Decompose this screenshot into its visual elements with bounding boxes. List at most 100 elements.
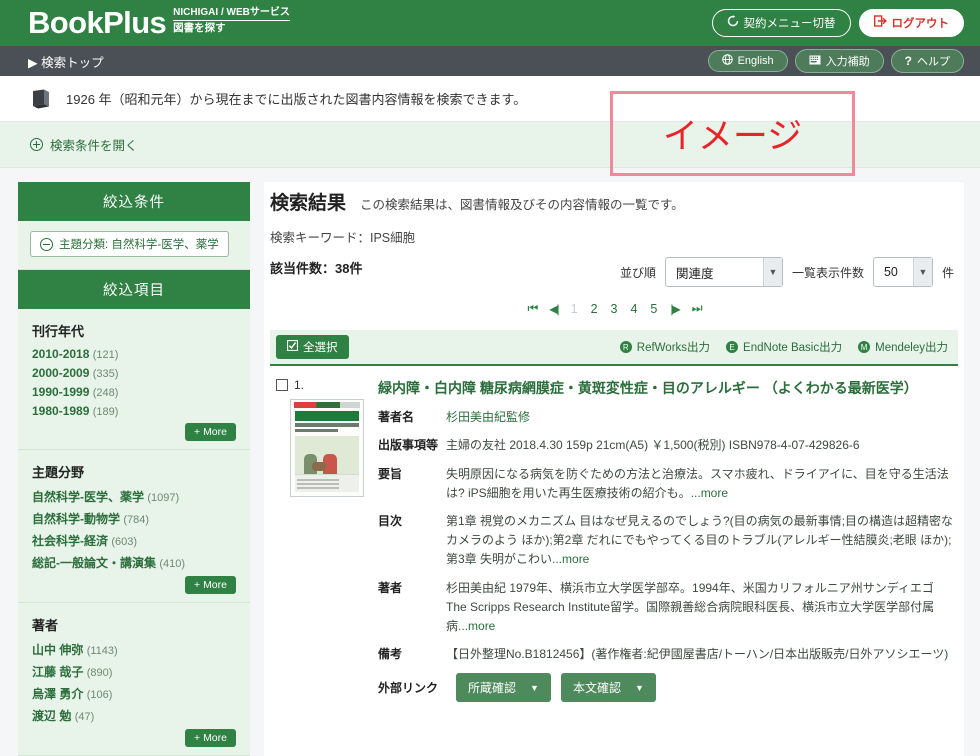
facet-option[interactable]: 社会科学-経済 (603) bbox=[32, 532, 236, 549]
field-value[interactable]: 杉田美由紀監修 bbox=[446, 408, 954, 427]
export-refworks-button[interactable]: R RefWorks出力 bbox=[619, 339, 711, 355]
facet-more-row: + More bbox=[32, 729, 236, 747]
facet-option[interactable]: 2000-2009 (335) bbox=[32, 366, 236, 380]
field-value: 主婦の友社 2018.4.30 159p 21cm(A5) ￥1,500(税別)… bbox=[446, 438, 860, 453]
pagination-page-5[interactable]: 5 bbox=[650, 302, 657, 316]
mendeley-icon: M bbox=[858, 341, 871, 353]
facet-subject-fields: 主題分野 自然科学-医学、薬学 (1097) 自然科学-動物学 (784) 社会… bbox=[18, 450, 250, 603]
field-label: 備考 bbox=[378, 647, 403, 662]
select-all-label: 全選択 bbox=[303, 342, 338, 354]
field-more-link[interactable]: ...more bbox=[552, 552, 589, 566]
cover-footer-line bbox=[297, 483, 339, 485]
per-page-label: 一覧表示件数 bbox=[791, 265, 864, 280]
sort-value: 関連度 bbox=[675, 266, 714, 281]
select-all-button[interactable]: 全選択 bbox=[276, 335, 349, 359]
holdings-check-button[interactable]: 所蔵確認 ▼ bbox=[456, 673, 551, 703]
pagination-next-button[interactable]: |▶ bbox=[670, 302, 680, 316]
pagination-first-button[interactable]: ⏮ bbox=[527, 301, 538, 316]
pagination-page-3[interactable]: 3 bbox=[611, 302, 618, 316]
cover-band bbox=[294, 402, 360, 408]
results-panel: 検索結果 この検索結果は、図書情報及びその内容情報の一覧です。 検索キーワード：… bbox=[264, 182, 964, 756]
fulltext-check-button[interactable]: 本文確認 ▼ bbox=[560, 673, 656, 703]
refworks-icon: R bbox=[619, 341, 632, 353]
field-more-link[interactable]: ...more bbox=[691, 486, 728, 500]
facet-option[interactable]: 1990-1999 (248) bbox=[32, 385, 236, 399]
facet-option-count: (890) bbox=[86, 667, 113, 679]
record-field-publication: 出版事項等 主婦の友社 2018.4.30 159p 21cm(A5) ￥1,5… bbox=[378, 436, 954, 455]
facet-option[interactable]: 自然科学-医学、薬学 (1097) bbox=[32, 488, 236, 505]
facet-option[interactable]: 自然科学-動物学 (784) bbox=[32, 510, 236, 527]
per-page-select[interactable]: 50 ▼ bbox=[872, 257, 933, 287]
cover-footer-line bbox=[297, 479, 339, 481]
export-refworks-label: RefWorks出力 bbox=[636, 342, 711, 354]
check-square-icon bbox=[287, 339, 299, 355]
english-button[interactable]: English bbox=[707, 50, 788, 72]
export-mendeley-label: Mendeley出力 bbox=[875, 342, 948, 354]
facet-option-count: (1097) bbox=[147, 492, 180, 504]
contract-menu-switch-button[interactable]: 契約メニュー切替 bbox=[711, 9, 851, 37]
chevron-down-icon: ▼ bbox=[762, 258, 782, 286]
facet-option[interactable]: 総記-一般論文・講演集 (410) bbox=[32, 554, 236, 571]
facet-option-count: (248) bbox=[92, 387, 119, 399]
facet-option-count: (335) bbox=[92, 368, 119, 380]
header-actions: 契約メニュー切替 ログアウト bbox=[711, 9, 964, 37]
chevron-down-icon: ▼ bbox=[530, 682, 539, 693]
open-search-conditions-button[interactable]: 検索条件を開く bbox=[30, 135, 138, 154]
facet-option[interactable]: 山中 伸弥 (1143) bbox=[32, 641, 236, 658]
facet-authors: 著者 山中 伸弥 (1143) 江藤 哉子 (890) 烏澤 勇介 (106) … bbox=[18, 603, 250, 756]
facet-option[interactable]: 烏澤 勇介 (106) bbox=[32, 685, 236, 702]
nav-actions: English 入力補助 ? ヘルプ bbox=[707, 49, 964, 73]
facet-option-count: (1143) bbox=[86, 645, 118, 657]
pagination-prev-button[interactable]: ◀| bbox=[549, 302, 559, 316]
record-field-author-bio: 著者 杉田美由紀 1979年、横浜市立大学医学部卒。1994年、米国カリフォルニ… bbox=[378, 579, 954, 637]
logo-subtitle: NICHIGAI / WEBサービス 図書を探す bbox=[173, 7, 290, 39]
field-value: 杉田美由紀 1979年、横浜市立大学医学部卒。1994年、米国カリフォルニア州サ… bbox=[446, 579, 954, 637]
breadcrumb-search-top[interactable]: ▶ 検索トップ bbox=[28, 52, 104, 71]
pagination-page-2[interactable]: 2 bbox=[591, 302, 598, 316]
english-label: English bbox=[737, 55, 774, 67]
record-external-links: 外部リンク 所蔵確認 ▼ 本文確認 ▼ bbox=[378, 673, 954, 703]
facet-option[interactable]: 1980-1989 (189) bbox=[32, 404, 236, 418]
facet-option-label: 社会科学-経済 bbox=[32, 534, 108, 548]
open-search-conditions-label: 検索条件を開く bbox=[50, 139, 138, 153]
record-title-link[interactable]: 緑内障・白内障 糖尿病網膜症・黄斑変性症・目のアレルギー （よくわかる最新医学） bbox=[378, 378, 954, 398]
book-cover-thumbnail[interactable] bbox=[290, 399, 364, 497]
pagination-page-1: 1 bbox=[570, 301, 578, 316]
facet-option[interactable]: 江藤 哉子 (890) bbox=[32, 663, 236, 680]
facet-more-button[interactable]: + More bbox=[185, 576, 236, 594]
keyboard-icon bbox=[809, 55, 821, 68]
endnote-icon: E bbox=[726, 341, 739, 353]
input-assist-button[interactable]: 入力補助 bbox=[794, 49, 884, 73]
facet-option-label: 自然科学-医学、薬学 bbox=[32, 490, 144, 504]
facet-option-label: 1990-1999 bbox=[32, 385, 90, 399]
refine-conditions-header: 絞込条件 bbox=[18, 182, 250, 221]
cover-footer-line bbox=[297, 487, 339, 489]
facet-option[interactable]: 渡辺 勉 (47) bbox=[32, 707, 236, 724]
pagination-last-button[interactable]: ⏭ bbox=[692, 301, 703, 316]
info-banner-text: 1926 年（昭和元年）から現在までに出版された図書内容情報を検索できます。 bbox=[66, 92, 527, 107]
facet-option-count: (410) bbox=[159, 558, 186, 570]
facet-option[interactable]: 2010-2018 (121) bbox=[32, 347, 236, 361]
logo-title: BookPlus bbox=[28, 5, 167, 40]
pagination-page-4[interactable]: 4 bbox=[630, 302, 637, 316]
record-field-author-name: 著者名 杉田美由紀監修 bbox=[378, 408, 954, 427]
export-links: R RefWorks出力 E EndNote Basic出力 M Mendele… bbox=[619, 339, 948, 355]
record-checkbox[interactable] bbox=[276, 379, 288, 391]
facet-publication-years: 刊行年代 2010-2018 (121) 2000-2009 (335) 199… bbox=[18, 309, 250, 450]
chevron-down-icon: ▼ bbox=[912, 258, 932, 286]
field-more-link[interactable]: ...more bbox=[458, 619, 495, 633]
export-mendeley-button[interactable]: M Mendeley出力 bbox=[858, 339, 948, 355]
refresh-icon bbox=[727, 15, 739, 31]
facet-more-button[interactable]: + More bbox=[185, 729, 236, 747]
logout-button[interactable]: ログアウト bbox=[858, 9, 964, 37]
field-label: 出版事項等 bbox=[378, 438, 439, 453]
plus-circle-icon bbox=[30, 138, 43, 151]
record-field-summary: 要旨 失明原因になる病気を防ぐための方法と治療法。スマホ疲れ、ドライアイに、目を… bbox=[378, 465, 954, 503]
export-endnote-button[interactable]: E EndNote Basic出力 bbox=[726, 339, 842, 355]
logo[interactable]: BookPlus NICHIGAI / WEBサービス 図書を探す bbox=[28, 7, 290, 39]
help-button[interactable]: ? ヘルプ bbox=[890, 49, 964, 73]
external-links-label: 外部リンク bbox=[378, 681, 439, 696]
facet-more-button[interactable]: + More bbox=[185, 423, 236, 441]
active-filter-chip[interactable]: 主題分類: 自然科学-医学、薬学 bbox=[30, 231, 229, 257]
sort-select[interactable]: 関連度 ▼ bbox=[664, 257, 783, 287]
